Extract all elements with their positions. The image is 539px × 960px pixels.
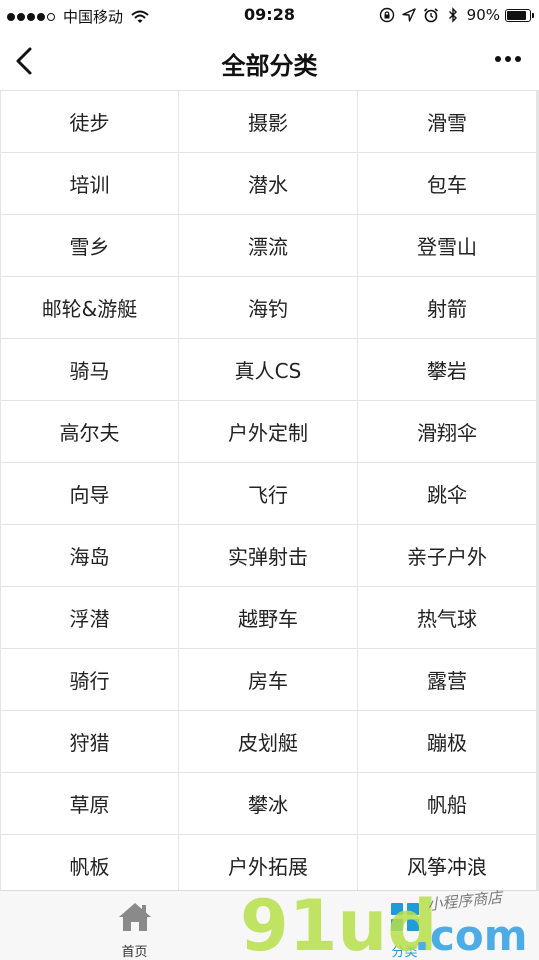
category-item[interactable]: 亲子户外 xyxy=(358,525,536,586)
status-right: 90% xyxy=(373,6,534,24)
category-item[interactable]: 房车 xyxy=(179,649,357,710)
category-item[interactable]: 邮轮&游艇 xyxy=(1,277,178,338)
category-item[interactable]: 滑翔伞 xyxy=(358,401,536,462)
tab-home-label: 首页 xyxy=(121,945,148,960)
category-item[interactable]: 帆板 xyxy=(1,835,178,890)
page-title: 全部分类 xyxy=(221,52,318,80)
category-item[interactable]: 跳伞 xyxy=(358,463,536,524)
category-item[interactable]: 滑雪 xyxy=(358,91,536,152)
category-item[interactable]: 攀冰 xyxy=(179,773,357,834)
category-item[interactable]: 狩猎 xyxy=(1,711,178,772)
category-item[interactable]: 实弹射击 xyxy=(179,525,357,586)
nav-bar: 全部分类 xyxy=(0,32,539,90)
category-item[interactable]: 浮潜 xyxy=(1,587,178,648)
battery-icon xyxy=(505,8,534,22)
category-item[interactable]: 骑行 xyxy=(1,649,178,710)
tab-category[interactable]: 分类 xyxy=(270,891,539,960)
category-item[interactable]: 骑马 xyxy=(1,339,178,400)
category-item[interactable]: 草原 xyxy=(1,773,178,834)
category-item[interactable]: 登雪山 xyxy=(358,215,536,276)
category-item[interactable]: 包车 xyxy=(358,153,536,214)
category-item[interactable]: 越野车 xyxy=(179,587,357,648)
category-item[interactable]: 射箭 xyxy=(358,277,536,338)
battery-percent: 90% xyxy=(466,6,500,24)
category-item[interactable]: 户外拓展 xyxy=(179,835,357,890)
location-icon xyxy=(401,8,416,22)
status-bar: 中国移动 09:28 90% xyxy=(0,0,539,32)
category-item[interactable]: 摄影 xyxy=(179,91,357,152)
tab-home[interactable]: 首页 xyxy=(0,891,269,960)
category-item[interactable]: 海岛 xyxy=(1,525,178,586)
category-item[interactable]: 漂流 xyxy=(179,215,357,276)
alarm-icon xyxy=(423,8,438,23)
category-item[interactable]: 徒步 xyxy=(1,91,178,152)
category-item[interactable]: 培训 xyxy=(1,153,178,214)
tab-bar: 首页 分类 xyxy=(0,890,539,960)
bluetooth-icon xyxy=(448,7,457,23)
category-item[interactable]: 户外定制 xyxy=(179,401,357,462)
category-grid: 徒步 摄影 滑雪 培训 潜水 包车 雪乡 漂流 登雪山 邮轮&游艇 海钓 射箭 骑马 真人CS 攀岩 高尔夫户… xyxy=(0,90,539,890)
home-icon xyxy=(119,903,151,931)
category-item[interactable]: 帆船 xyxy=(358,773,536,834)
category-item[interactable]: 蹦极 xyxy=(358,711,536,772)
category-list: 徒步 摄影 滑雪 培训 潜水 包车 雪乡 漂流 登雪山 邮轮&游艇 海钓 射箭 骑马 真人CS 攀岩 高尔夫户… xyxy=(0,90,539,890)
category-item[interactable]: 露营 xyxy=(358,649,536,710)
battery-level-fill xyxy=(507,10,526,20)
category-item[interactable]: 海钓 xyxy=(179,277,357,338)
category-item[interactable]: 真人CS xyxy=(179,339,357,400)
category-item[interactable]: 飞行 xyxy=(179,463,357,524)
category-item[interactable]: 皮划艇 xyxy=(179,711,357,772)
category-grid-icon xyxy=(391,903,419,931)
more-dots-icon[interactable] xyxy=(491,56,521,62)
category-item[interactable]: 风筝冲浪 xyxy=(358,835,536,890)
category-item[interactable]: 高尔夫 xyxy=(1,401,178,462)
category-item[interactable]: 热气球 xyxy=(358,587,536,648)
category-item[interactable]: 潜水 xyxy=(179,153,357,214)
category-item[interactable]: 雪乡 xyxy=(1,215,178,276)
tab-category-label: 分类 xyxy=(391,945,418,960)
category-item[interactable]: 向导 xyxy=(1,463,178,524)
orientation-lock-icon xyxy=(379,7,394,23)
category-item[interactable]: 攀岩 xyxy=(358,339,536,400)
